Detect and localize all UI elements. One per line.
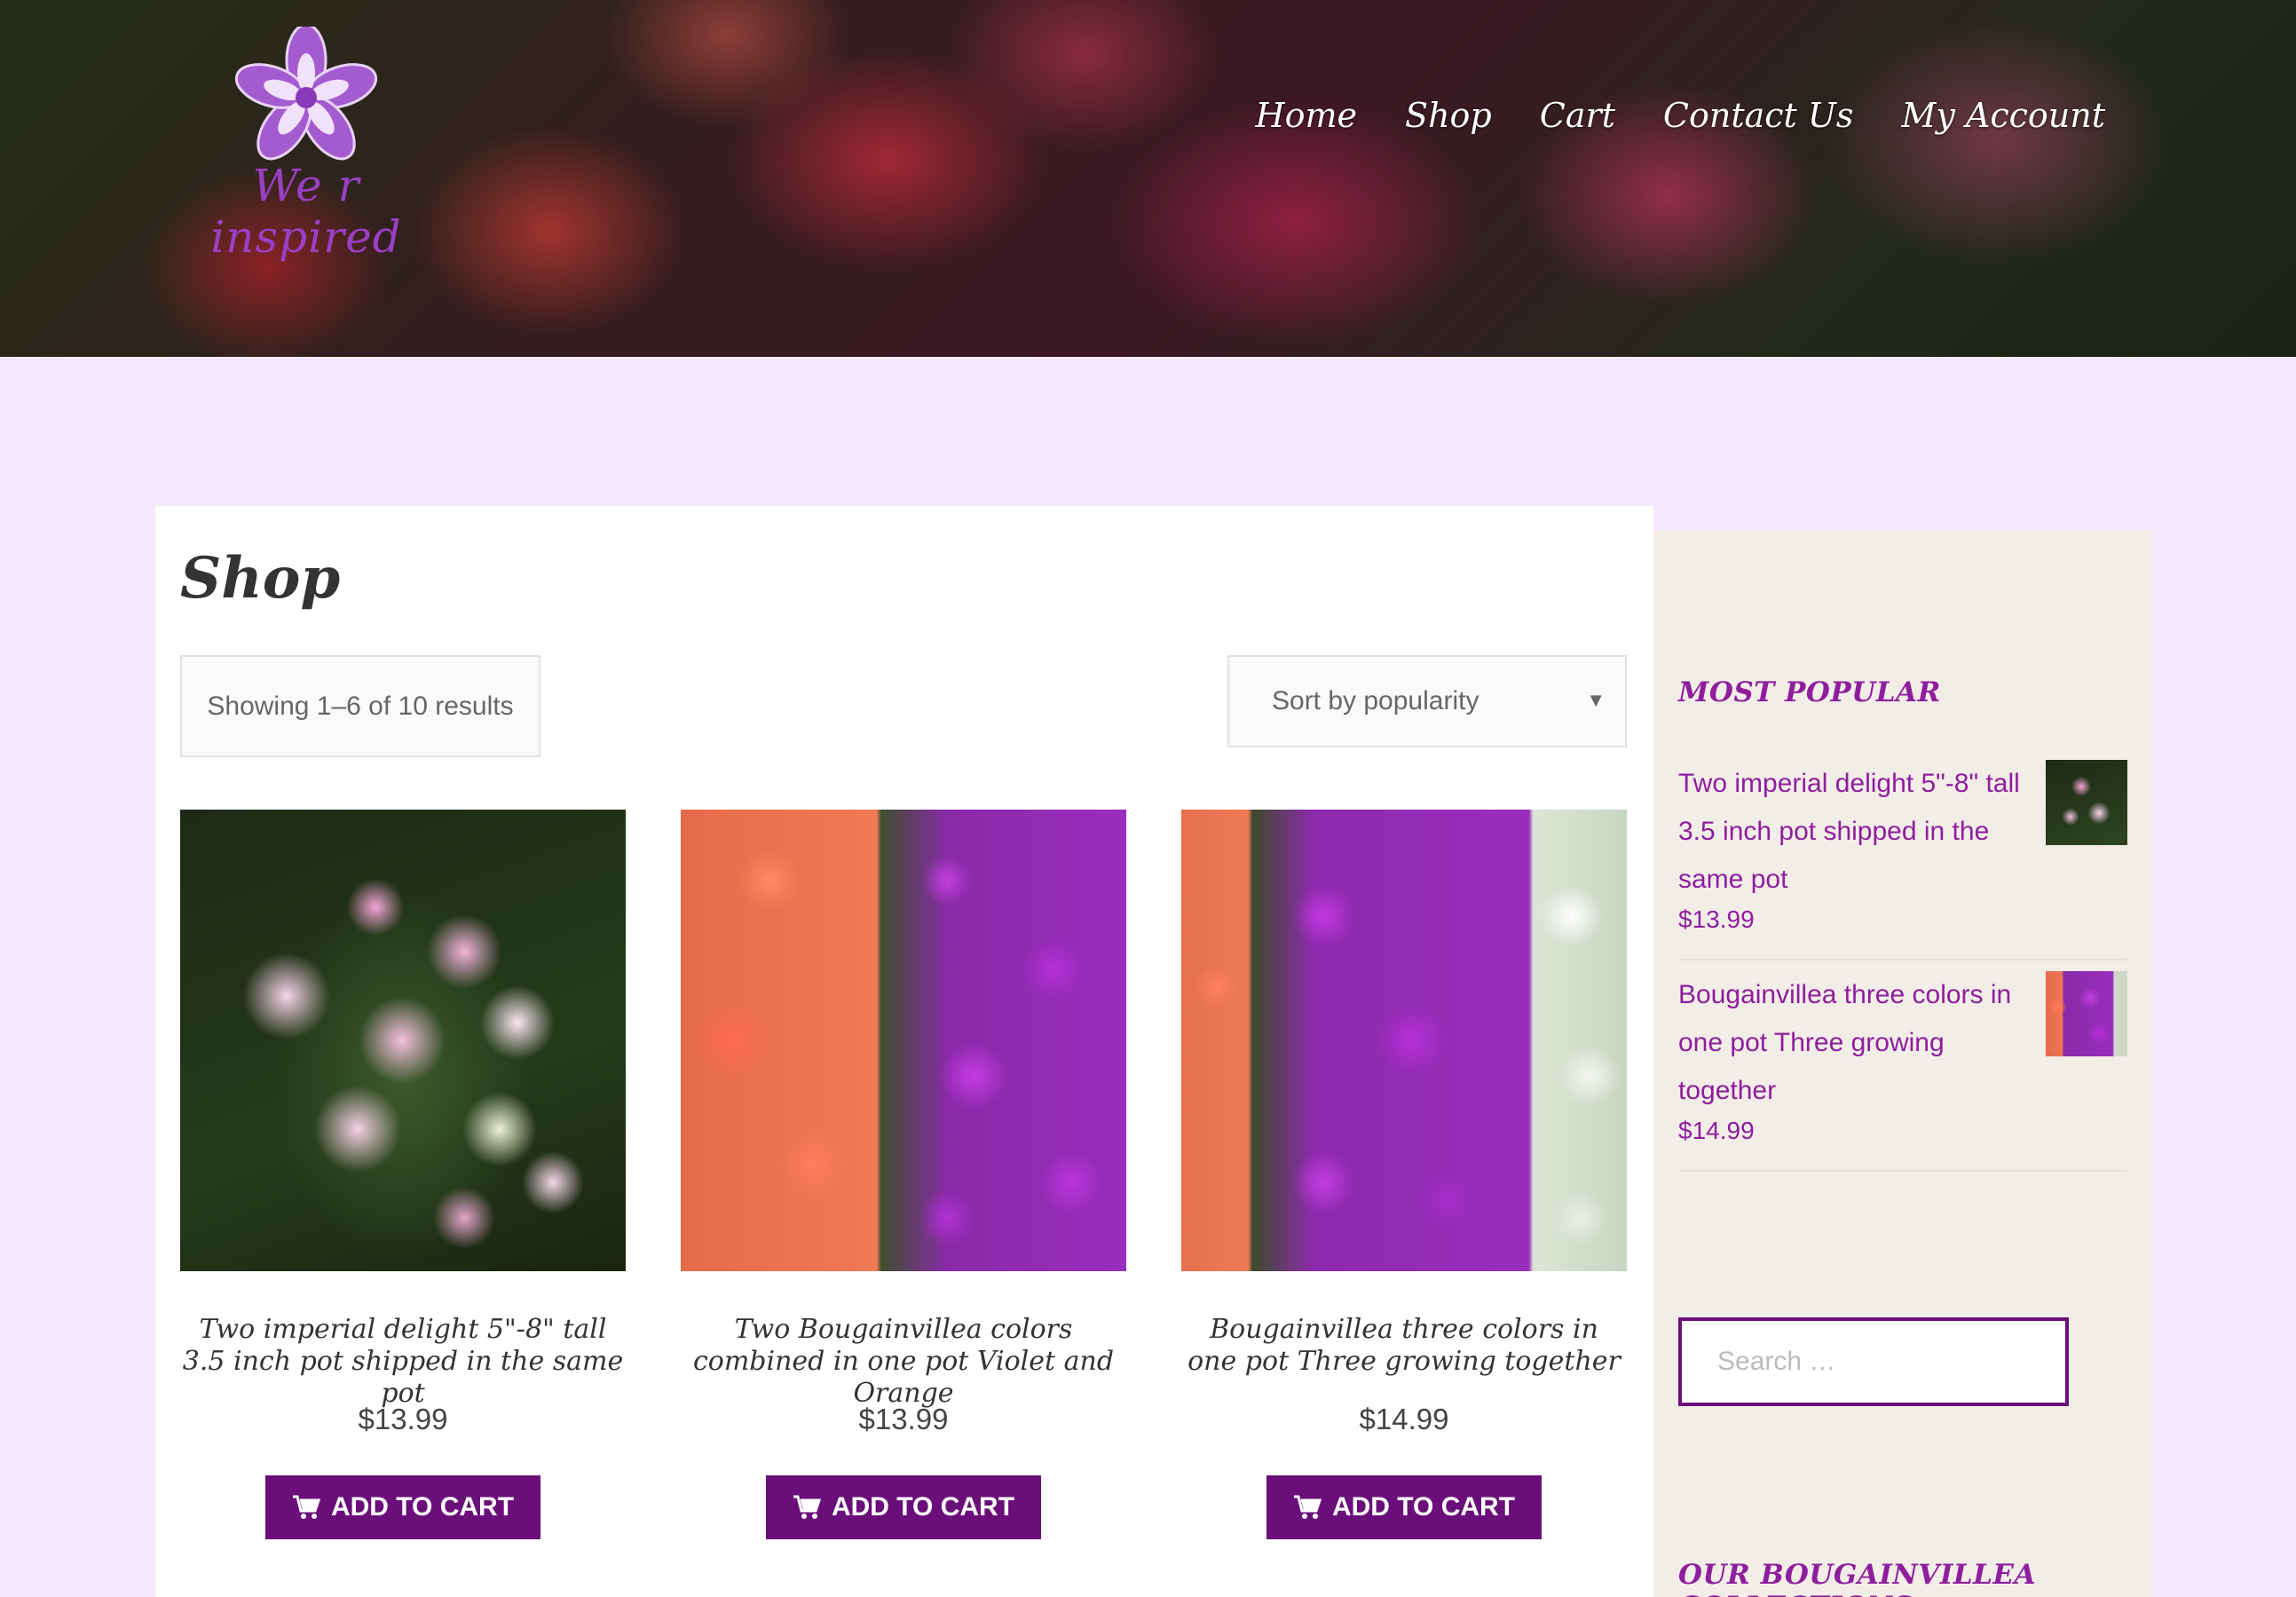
sort-selected-value: Sort by popularity: [1272, 686, 1479, 715]
product-price: $13.99: [858, 1403, 949, 1435]
nav-cart[interactable]: Cart: [1540, 96, 1615, 135]
main-nav: Home Shop Cart Contact Us My Account: [1255, 96, 2105, 135]
add-to-cart-label: ADD TO CART: [1331, 1492, 1516, 1522]
product-image[interactable]: [1181, 810, 1627, 1271]
flower-logo-icon: [234, 27, 378, 161]
collections-heading: OUR BOUGAINVILLEA COLLECTIONS: [1678, 1559, 2037, 1597]
product-title[interactable]: Two Bougainvillea colors combined in one…: [681, 1314, 1126, 1409]
most-popular-heading: MOST POPULAR: [1678, 676, 1941, 708]
add-to-cart-button[interactable]: ADD TO CART: [765, 1475, 1042, 1539]
search-input[interactable]: Search …: [1678, 1317, 2069, 1406]
popular-product-thumbnail[interactable]: [2046, 760, 2127, 845]
product-image[interactable]: [681, 810, 1126, 1271]
nav-contact-us[interactable]: Contact Us: [1663, 96, 1854, 135]
sort-select[interactable]: Sort by popularity ▼: [1227, 655, 1627, 747]
popular-product-item: Bougainvillea three colors in one pot Th…: [1678, 971, 2127, 1172]
product-title[interactable]: Bougainvillea three colors in one pot Th…: [1181, 1314, 1627, 1378]
result-count: Showing 1–6 of 10 results: [180, 655, 540, 757]
product-price: $13.99: [358, 1403, 448, 1435]
cart-icon: [1293, 1495, 1322, 1519]
add-to-cart-label: ADD TO CART: [831, 1492, 1015, 1522]
add-to-cart-button[interactable]: ADD TO CART: [1266, 1475, 1543, 1539]
sidebar: MOST POPULAR Two imperial delight 5"-8" …: [1653, 531, 2152, 1597]
nav-shop[interactable]: Shop: [1405, 96, 1492, 135]
search-placeholder: Search …: [1717, 1347, 1836, 1376]
add-to-cart-button[interactable]: ADD TO CART: [264, 1475, 541, 1539]
popular-product-title[interactable]: Two imperial delight 5"-8" tall 3.5 inch…: [1678, 760, 2042, 904]
page-title: Shop: [180, 545, 341, 612]
popular-product-title[interactable]: Bougainvillea three colors in one pot Th…: [1678, 971, 2042, 1115]
main-content: Shop Showing 1–6 of 10 results Sort by p…: [155, 506, 1653, 1597]
logo-text: We r inspired: [210, 160, 402, 263]
nav-home[interactable]: Home: [1255, 96, 1357, 135]
cart-icon: [793, 1495, 821, 1519]
popular-product-item: Two imperial delight 5"-8" tall 3.5 inch…: [1678, 760, 2127, 961]
product-card: Bougainvillea three colors in one pot Th…: [1181, 810, 1627, 1539]
popular-product-price: $14.99: [1678, 1117, 1755, 1144]
site-header: We r inspired Home Shop Cart Contact Us …: [0, 0, 2296, 357]
product-card: Two imperial delight 5"-8" tall 3.5 inch…: [180, 810, 626, 1539]
add-to-cart-label: ADD TO CART: [330, 1492, 515, 1522]
popular-products-list: Two imperial delight 5"-8" tall 3.5 inch…: [1678, 760, 2127, 1182]
product-card: Two Bougainvillea colors combined in one…: [681, 810, 1126, 1539]
popular-product-price: $13.99: [1678, 905, 1755, 933]
product-image[interactable]: [180, 810, 626, 1271]
cart-icon: [292, 1495, 320, 1519]
popular-product-thumbnail[interactable]: [2046, 971, 2127, 1056]
nav-my-account[interactable]: My Account: [1901, 96, 2105, 135]
site-logo[interactable]: We r inspired: [173, 27, 439, 263]
dropdown-arrow-icon: ▼: [1586, 689, 1606, 711]
product-price: $14.99: [1359, 1403, 1449, 1435]
product-title[interactable]: Two imperial delight 5"-8" tall 3.5 inch…: [180, 1314, 626, 1409]
